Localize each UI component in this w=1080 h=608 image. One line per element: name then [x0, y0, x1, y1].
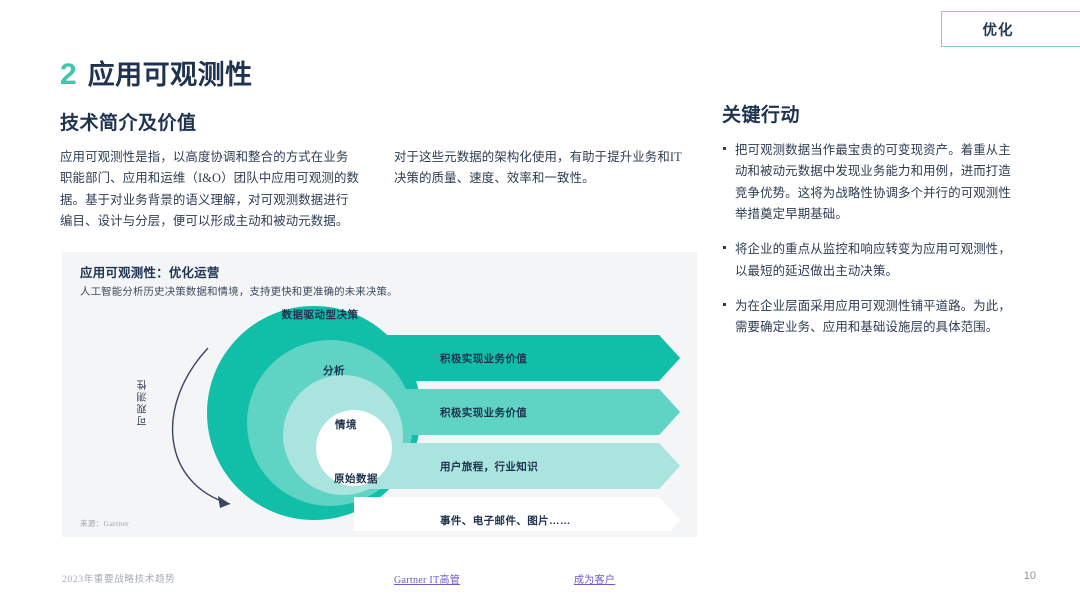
list-item-text: 把可观测数据当作最宝贵的可变现资产。着重从主动和被动元数据中发现业务能力和用例，…	[735, 143, 1011, 221]
list-item-text: 将企业的重点从监控和响应转变为应用可观测性，以最短的延迟做出主动决策。	[735, 242, 1011, 277]
left-paragraph-2: 对于这些元数据的架构化使用，有助于提升业务和IT决策的质量、速度、效率和一致性。	[394, 147, 684, 232]
left-heading: 技术简介及价值	[60, 108, 685, 135]
ring-3-label: 情境	[335, 418, 357, 431]
list-item: 将企业的重点从监控和响应转变为应用可观测性，以最短的延迟做出主动决策。	[722, 239, 1018, 282]
phase-badge-label: 优化	[983, 19, 1052, 40]
band-2-text: 积极实现业务价值	[440, 406, 527, 419]
footer-link-become-client[interactable]: 成为客户	[574, 571, 615, 586]
section-number: 2	[60, 60, 77, 90]
band-4-text: 事件、电子邮件、图片……	[440, 514, 571, 527]
diagram-title: 应用可观测性：优化运营	[80, 263, 220, 281]
left-paragraph-1: 应用可观测性是指，以高度协调和整合的方式在业务职能部门、应用和运维（I&O）团队…	[60, 147, 360, 232]
page-title: 2 应用可观测性	[60, 60, 253, 90]
list-item: 把可观测数据当作最宝贵的可变现资产。着重从主动和被动元数据中发现业务能力和用例，…	[722, 140, 1018, 225]
list-item-text: 为在企业层面采用应用可观测性铺平道路。为此，需要确定业务、应用和基础设施层的具体…	[735, 299, 1011, 334]
diagram-source: 来源：Gartner	[80, 518, 129, 529]
page-number: 10	[1024, 570, 1036, 582]
phase-badge: 优化	[941, 11, 1080, 47]
ring-4-label: 原始数据	[334, 472, 378, 485]
right-column: 关键行动 把可观测数据当作最宝贵的可变现资产。着重从主动和被动元数据中发现业务能…	[722, 100, 1018, 353]
key-actions-list: 把可观测数据当作最宝贵的可变现资产。着重从主动和被动元数据中发现业务能力和用例，…	[722, 140, 1018, 339]
key-actions-heading: 关键行动	[722, 100, 1018, 127]
diagram-panel: 应用可观测性：优化运营 人工智能分析历史决策数据和情境，支持更快和更准确的未来决…	[62, 252, 697, 537]
list-item: 为在企业层面采用应用可观测性铺平道路。为此，需要确定业务、应用和基础设施层的具体…	[722, 296, 1018, 339]
footer-link-gartner-it[interactable]: Gartner IT高管	[394, 571, 460, 586]
left-paragraph-group: 应用可观测性是指，以高度协调和整合的方式在业务职能部门、应用和运维（I&O）团队…	[60, 147, 685, 232]
diagram-axis-label: 可观测性	[136, 378, 151, 426]
band-1-text: 积极实现业务价值	[440, 352, 527, 365]
section-title: 应用可观测性	[88, 62, 253, 89]
ring-2-label: 分析	[323, 364, 345, 377]
bullet-dot-icon	[723, 246, 726, 249]
bullet-dot-icon	[723, 303, 726, 306]
footer: 2023年重要战略技术趋势 Gartner IT高管 成为客户 10	[0, 566, 1080, 608]
footer-report-title: 2023年重要战略技术趋势	[62, 571, 175, 585]
bullet-dot-icon	[723, 147, 726, 150]
band-3-text: 用户旅程，行业知识	[439, 460, 538, 473]
ring-1-label: 数据驱动型决策	[281, 308, 359, 321]
observability-diagram: 积极实现业务价值 积极实现业务价值 用户旅程，行业知识 事件、电子邮件、图片……	[62, 296, 697, 531]
left-column: 技术简介及价值 应用可观测性是指，以高度协调和整合的方式在业务职能部门、应用和运…	[60, 108, 685, 232]
